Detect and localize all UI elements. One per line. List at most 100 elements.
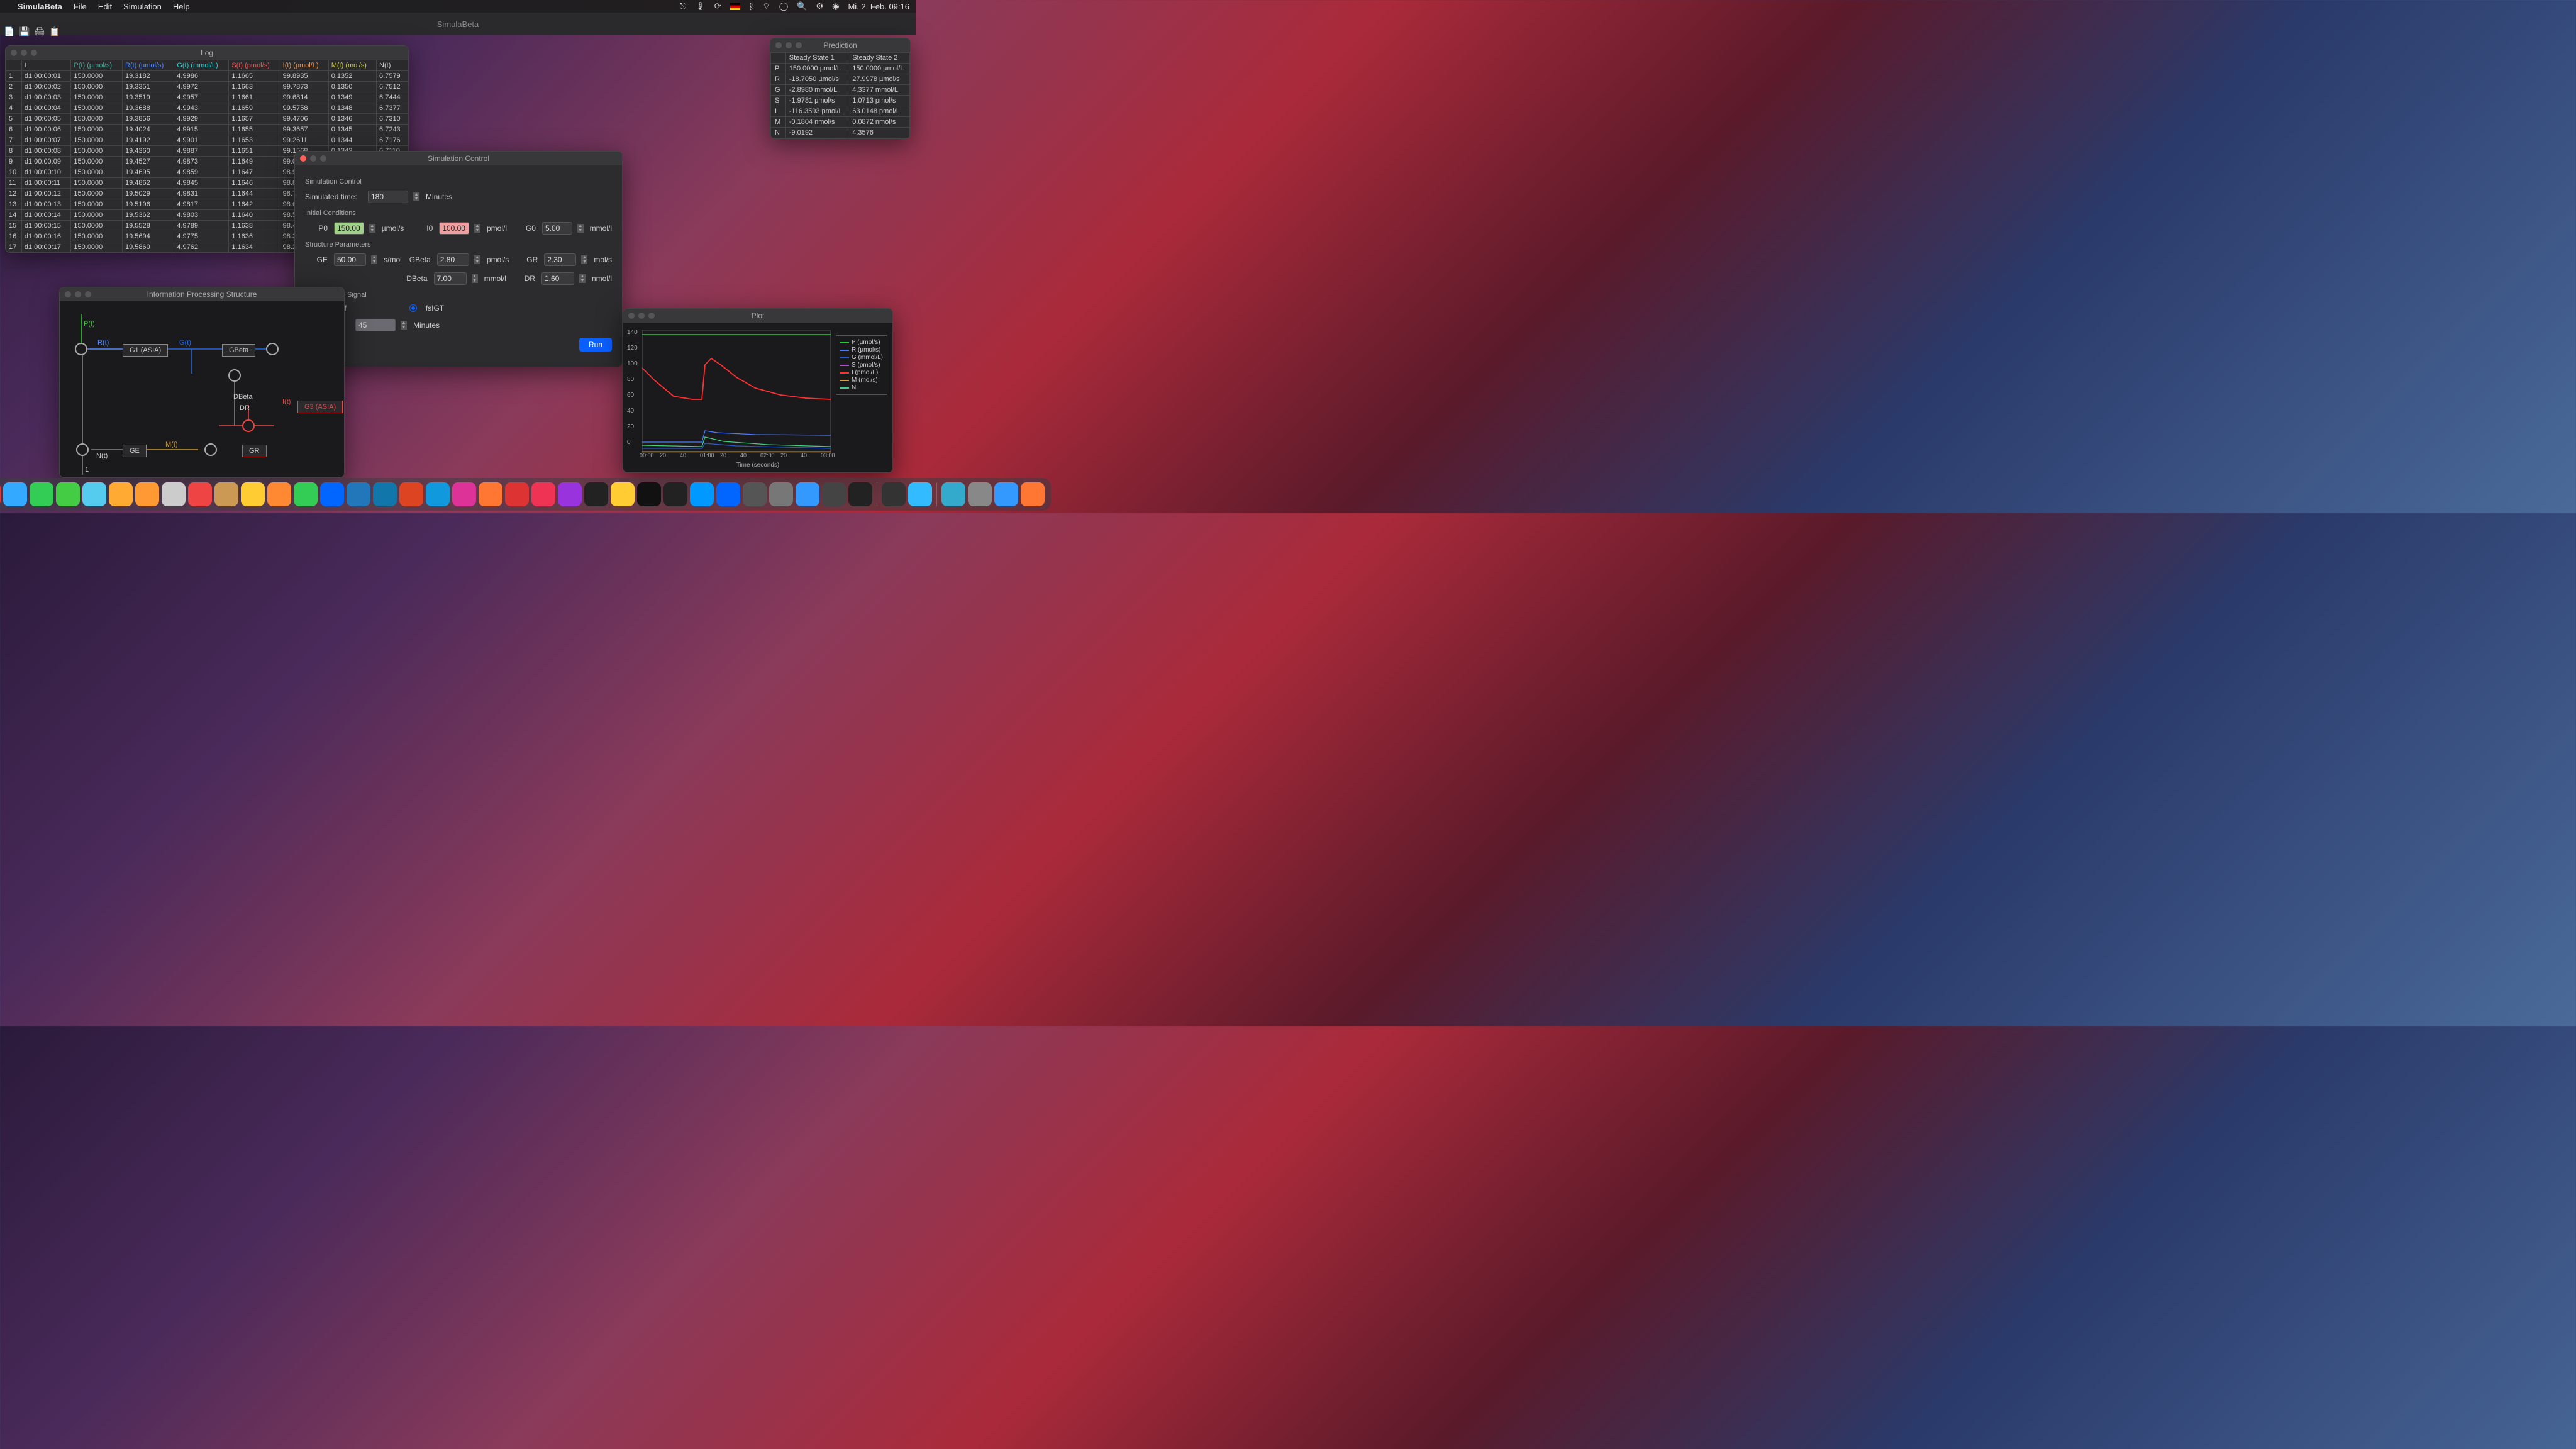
maximize-icon[interactable]	[31, 50, 37, 56]
clock[interactable]: Mi. 2. Feb. 09:16	[848, 2, 909, 11]
minimize-icon[interactable]	[638, 313, 645, 319]
dock-app-app3[interactable]	[822, 482, 846, 506]
stepper-icon[interactable]: ▲▼	[472, 274, 478, 283]
radio-fsigt[interactable]	[409, 304, 417, 312]
dock-app-affinity1[interactable]	[426, 482, 450, 506]
g0-input[interactable]: 5.00	[542, 222, 572, 235]
app-menu[interactable]: SimulaBeta	[18, 2, 62, 11]
control-center-icon[interactable]: ⚙	[816, 1, 823, 11]
new-doc-icon[interactable]: 📄	[4, 26, 14, 36]
minimize-icon[interactable]	[786, 42, 792, 48]
table-row[interactable]: 2d1 00:00:02150.000019.33514.99721.16639…	[6, 82, 408, 92]
dock-app-tv[interactable]	[584, 482, 608, 506]
dock-app-notes[interactable]	[241, 482, 265, 506]
dock-app-mail[interactable]	[3, 482, 27, 506]
table-row[interactable]: 4d1 00:00:04150.000019.36884.99431.16599…	[6, 103, 408, 114]
menu-edit[interactable]: Edit	[98, 2, 112, 11]
minimize-icon[interactable]	[310, 155, 316, 162]
ge-input[interactable]: 50.00	[334, 253, 366, 266]
dock-app-app1[interactable]	[743, 482, 767, 506]
dock-app-app2[interactable]	[769, 482, 793, 506]
siri-icon[interactable]: ◉	[832, 1, 839, 11]
close-icon[interactable]	[11, 50, 17, 56]
table-row[interactable]: 3d1 00:00:03150.000019.35194.99571.16619…	[6, 92, 408, 103]
simulated-time-input[interactable]: 180	[368, 191, 408, 203]
close-icon[interactable]	[65, 291, 71, 297]
stepper-icon[interactable]: ▲▼	[413, 192, 419, 201]
dock-app-music[interactable]	[531, 482, 555, 506]
dock-app-textedit[interactable]	[162, 482, 186, 506]
table-row[interactable]: 6d1 00:00:06150.000019.40244.99151.16559…	[6, 125, 408, 135]
close-icon[interactable]	[775, 42, 782, 48]
stepper-icon[interactable]: ▲▼	[474, 255, 480, 264]
run-button[interactable]: Run	[579, 338, 612, 352]
dock-app-folder-apps[interactable]	[968, 482, 992, 506]
dock-app-trash[interactable]	[1021, 482, 1045, 506]
stepper-icon[interactable]: ▲▼	[581, 255, 587, 264]
wifi-icon[interactable]: ⌔	[762, 1, 770, 11]
save-icon[interactable]: 💾	[19, 26, 29, 36]
stepper-icon[interactable]: ▲▼	[371, 255, 377, 264]
dock-app-appstore[interactable]	[690, 482, 714, 506]
close-icon[interactable]	[300, 155, 306, 162]
dock-app-iterm[interactable]	[663, 482, 687, 506]
dock-app-terminal[interactable]	[637, 482, 661, 506]
dock-app-contacts[interactable]	[214, 482, 238, 506]
print-icon[interactable]: 🖨	[34, 26, 44, 36]
dock-app-parallels[interactable]	[505, 482, 529, 506]
bluetooth-icon[interactable]: ᛒ	[749, 2, 754, 11]
p0-input[interactable]: 150.00	[334, 222, 364, 235]
dock-app-zoom[interactable]	[796, 482, 819, 506]
dock-app-maps[interactable]	[82, 482, 106, 506]
flag-icon[interactable]	[730, 3, 740, 10]
dock-app-affinity3[interactable]	[479, 482, 502, 506]
dock-app-safari2[interactable]	[908, 482, 932, 506]
minimize-icon[interactable]	[21, 50, 27, 56]
dock-app-numbers[interactable]	[294, 482, 318, 506]
status-icon[interactable]: ⎋	[680, 1, 686, 11]
menu-file[interactable]: File	[74, 2, 87, 11]
i0-input[interactable]: 100.00	[439, 222, 469, 235]
menu-help[interactable]: Help	[173, 2, 190, 11]
maximize-icon[interactable]	[648, 313, 655, 319]
status-icon[interactable]: ⟳	[714, 1, 721, 11]
user-icon[interactable]: ◯	[779, 1, 789, 11]
dock-app-affinity2[interactable]	[452, 482, 476, 506]
dock-app-keynote[interactable]	[320, 482, 344, 506]
dbeta-input[interactable]: 7.00	[434, 272, 467, 285]
dock-app-excel[interactable]	[373, 482, 397, 506]
dock-app-word[interactable]	[347, 482, 370, 506]
dock-app-powerpoint[interactable]	[399, 482, 423, 506]
dock-app-bluetooth[interactable]	[716, 482, 740, 506]
dock-app-opera[interactable]	[0, 482, 1, 506]
table-row[interactable]: 1d1 00:00:01150.000019.31824.99861.16659…	[6, 71, 408, 82]
gbeta-input[interactable]: 2.80	[437, 253, 469, 266]
dock-app-pages[interactable]	[267, 482, 291, 506]
close-icon[interactable]	[628, 313, 635, 319]
spotlight-icon[interactable]: 🔍	[797, 1, 807, 11]
dock-app-calendar[interactable]	[188, 482, 212, 506]
maximize-icon[interactable]	[796, 42, 802, 48]
dock-app-asterisk[interactable]	[611, 482, 635, 506]
dr-input[interactable]: 1.60	[541, 272, 574, 285]
dock-app-folder-blue[interactable]	[941, 482, 965, 506]
dock-app-reminders[interactable]	[135, 482, 159, 506]
maximize-icon[interactable]	[320, 155, 326, 162]
status-icon[interactable]: 🌡	[695, 1, 706, 11]
table-row[interactable]: 7d1 00:00:07150.000019.41924.99011.16539…	[6, 135, 408, 146]
starts-at-input[interactable]: 45	[355, 319, 396, 331]
dock-app-photos[interactable]	[109, 482, 133, 506]
maximize-icon[interactable]	[85, 291, 91, 297]
stepper-icon[interactable]: ▲▼	[401, 321, 407, 330]
dock-app-app4[interactable]	[848, 482, 872, 506]
minimize-icon[interactable]	[75, 291, 81, 297]
stepper-icon[interactable]: ▲▼	[577, 224, 584, 233]
export-icon[interactable]: 📋	[49, 26, 59, 36]
dock-app-folder-docs[interactable]	[994, 482, 1018, 506]
dock-app-facetime[interactable]	[30, 482, 53, 506]
dock-app-podcasts[interactable]	[558, 482, 582, 506]
dock-app-messages[interactable]	[56, 482, 80, 506]
stepper-icon[interactable]: ▲▼	[474, 224, 480, 233]
menu-simulation[interactable]: Simulation	[123, 2, 162, 11]
stepper-icon[interactable]: ▲▼	[369, 224, 375, 233]
